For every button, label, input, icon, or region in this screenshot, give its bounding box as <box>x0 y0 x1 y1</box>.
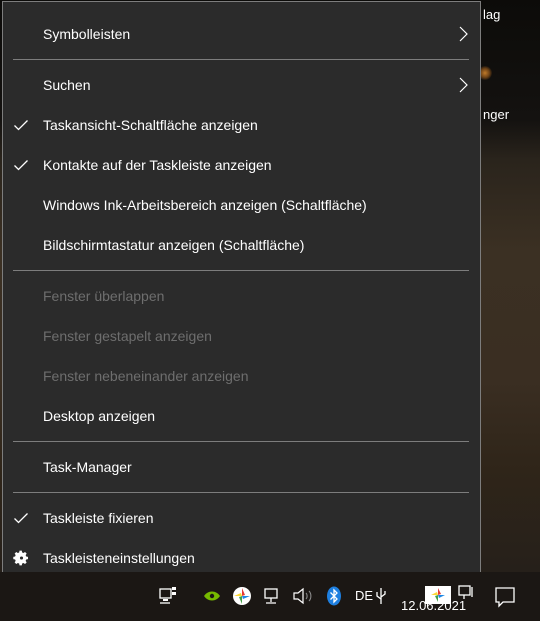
language-indicator[interactable]: DE <box>355 588 373 603</box>
menu-item-label: Taskleisteneinstellungen <box>43 550 195 566</box>
color-app-icon[interactable] <box>232 586 252 606</box>
menu-separator <box>13 441 469 442</box>
menu-item-label: Taskansicht-Schaltfläche anzeigen <box>43 117 258 133</box>
menu-item-bildschirmtastatur[interactable]: Bildschirmtastatur anzeigen (Schaltfläch… <box>3 225 480 265</box>
chevron-right-icon <box>459 26 468 42</box>
menu-item-label: Fenster nebeneinander anzeigen <box>43 368 249 384</box>
taskbar-context-menu: Symbolleisten Suchen Taskansicht-Schaltf… <box>2 1 481 587</box>
chevron-right-icon <box>459 77 468 93</box>
network-icon[interactable] <box>263 586 285 606</box>
menu-item-label: Symbolleisten <box>43 26 131 42</box>
menu-item-label: Windows Ink-Arbeitsbereich anzeigen (Sch… <box>43 197 367 213</box>
speaker-icon[interactable] <box>292 587 314 605</box>
menu-item-taskansicht[interactable]: Taskansicht-Schaltfläche anzeigen <box>3 105 480 145</box>
menu-item-fenster-ueberlappen: Fenster überlappen <box>3 276 480 316</box>
menu-item-label: Kontakte auf der Taskleiste anzeigen <box>43 157 272 173</box>
clock-date[interactable]: 12.06.2021 <box>401 598 466 613</box>
checkmark-icon <box>14 513 28 524</box>
menu-item-suchen[interactable]: Suchen <box>3 65 480 105</box>
notification-icon[interactable] <box>494 586 516 608</box>
menu-item-label: Fenster gestapelt anzeigen <box>43 328 212 344</box>
menu-item-label: Task-Manager <box>43 459 132 475</box>
menu-item-label: Taskleiste fixieren <box>43 510 154 526</box>
menu-item-label: Desktop anzeigen <box>43 408 156 424</box>
menu-item-desktop-anzeigen[interactable]: Desktop anzeigen <box>3 396 480 436</box>
checkmark-icon <box>14 160 28 171</box>
desktop-text-fragment: lag <box>483 7 501 22</box>
menu-item-fenster-gestapelt: Fenster gestapelt anzeigen <box>3 316 480 356</box>
network-icon[interactable] <box>158 586 180 606</box>
menu-item-label: Suchen <box>43 77 91 93</box>
bluetooth-icon[interactable] <box>326 586 342 606</box>
usb-icon[interactable] <box>374 586 388 606</box>
menu-item-kontakte[interactable]: Kontakte auf der Taskleiste anzeigen <box>3 145 480 185</box>
menu-item-label: Bildschirmtastatur anzeigen (Schaltfläch… <box>43 237 305 253</box>
menu-separator <box>13 492 469 493</box>
desktop-text-fragment: nger <box>483 107 510 122</box>
menu-separator <box>13 270 469 271</box>
menu-item-task-manager[interactable]: Task-Manager <box>3 447 480 487</box>
menu-item-fenster-nebeneinander: Fenster nebeneinander anzeigen <box>3 356 480 396</box>
menu-item-taskleiste-fixieren[interactable]: Taskleiste fixieren <box>3 498 480 538</box>
nvidia-icon[interactable] <box>203 589 221 603</box>
menu-item-label: Fenster überlappen <box>43 288 165 304</box>
checkmark-icon <box>14 120 28 131</box>
menu-item-windows-ink[interactable]: Windows Ink-Arbeitsbereich anzeigen (Sch… <box>3 185 480 225</box>
menu-separator <box>13 59 469 60</box>
gear-icon <box>13 550 29 566</box>
menu-item-symbolleisten[interactable]: Symbolleisten <box>3 14 480 54</box>
